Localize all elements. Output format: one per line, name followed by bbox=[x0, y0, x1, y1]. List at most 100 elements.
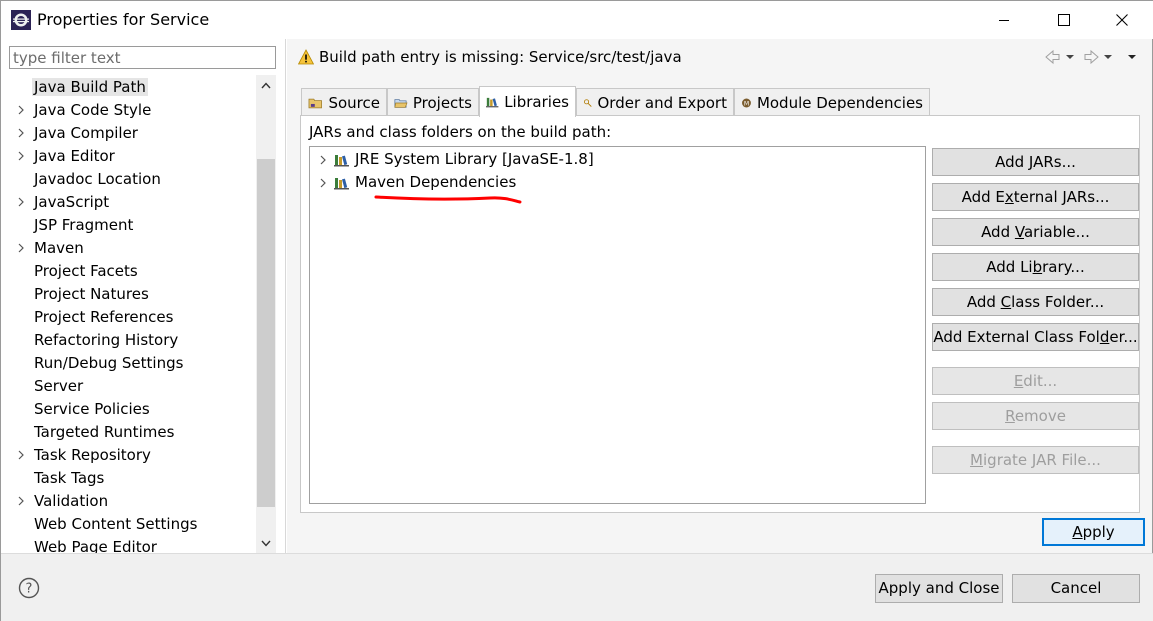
tab-module-dependencies[interactable]: M Module Dependencies bbox=[734, 88, 930, 116]
sidebar-item[interactable]: Web Content Settings bbox=[1, 513, 256, 536]
sidebar-item-label: Run/Debug Settings bbox=[34, 354, 184, 372]
view-menu-icon bbox=[1128, 55, 1136, 59]
svg-text:M: M bbox=[744, 100, 749, 107]
sidebar-item[interactable]: JSP Fragment bbox=[1, 214, 256, 237]
build-path-heading: JARs and class folders on the build path… bbox=[309, 123, 612, 141]
libraries-tab-content: JARs and class folders on the build path… bbox=[300, 115, 1140, 513]
sidebar-item[interactable]: Maven bbox=[1, 237, 256, 260]
chevron-up-icon bbox=[261, 81, 271, 88]
sidebar-item[interactable]: Java Code Style bbox=[1, 99, 256, 122]
projects-icon bbox=[394, 98, 408, 108]
apply-button[interactable]: Apply bbox=[1042, 518, 1145, 546]
sidebar-item[interactable]: Task Tags bbox=[1, 467, 256, 490]
forward-dropdown-icon bbox=[1104, 55, 1112, 59]
sidebar-item-label: Task Repository bbox=[34, 446, 151, 464]
history-nav[interactable] bbox=[1044, 48, 1144, 66]
sidebar-item-label: Server bbox=[34, 377, 84, 395]
category-tree: Java Build Path Java Code Style Java Compi… bbox=[1, 75, 256, 553]
expand-arrow-icon[interactable] bbox=[15, 494, 27, 508]
migrate-jar-button[interactable]: Migrate JAR File... bbox=[932, 446, 1139, 474]
add-variable-button[interactable]: Add Variable... bbox=[932, 218, 1139, 246]
forward-arrow-icon bbox=[1084, 49, 1099, 65]
tab-libraries[interactable]: Libraries bbox=[479, 86, 576, 117]
add-external-jars-button[interactable]: Add External JARs... bbox=[932, 183, 1139, 211]
module-icon: M bbox=[742, 98, 751, 107]
sidebar-item[interactable]: Project References bbox=[1, 306, 256, 329]
maximize-icon bbox=[1058, 14, 1070, 26]
sidebar-item-label: Service Policies bbox=[34, 400, 150, 418]
sidebar-item[interactable]: Task Repository bbox=[1, 444, 256, 467]
minimize-icon bbox=[999, 20, 1009, 21]
expand-arrow-icon[interactable] bbox=[15, 241, 27, 255]
category-panel: Java Build Path Java Code Style Java Compi… bbox=[1, 39, 286, 553]
sidebar-item[interactable]: Java Build Path bbox=[1, 76, 256, 99]
sidebar-item-label: Maven bbox=[34, 239, 84, 257]
apply-and-close-button[interactable]: Apply and Close bbox=[875, 574, 1003, 603]
sidebar-item-label: Web Content Settings bbox=[34, 515, 198, 533]
maximize-button[interactable] bbox=[1041, 1, 1087, 39]
library-icon bbox=[334, 155, 349, 167]
cancel-button[interactable]: Cancel bbox=[1012, 574, 1140, 603]
add-jars-button[interactable]: Add JARs... bbox=[932, 148, 1139, 176]
sidebar-item[interactable]: Java Compiler bbox=[1, 122, 256, 145]
expand-arrow-icon[interactable] bbox=[318, 177, 328, 189]
sidebar-item-label: Task Tags bbox=[34, 469, 105, 487]
add-class-folder-button[interactable]: Add Class Folder... bbox=[932, 288, 1139, 316]
help-icon[interactable]: ? bbox=[18, 577, 40, 599]
tab-projects[interactable]: Projects bbox=[387, 88, 479, 116]
sidebar-item-label: Java Build Path bbox=[32, 78, 148, 96]
warning-icon bbox=[298, 49, 314, 65]
sidebar-item[interactable]: Javadoc Location bbox=[1, 168, 256, 191]
expand-arrow-icon[interactable] bbox=[15, 103, 27, 117]
sidebar-item[interactable]: Validation bbox=[1, 490, 256, 513]
window-title: Properties for Service bbox=[37, 10, 210, 29]
scroll-thumb[interactable] bbox=[257, 159, 275, 507]
expand-arrow-icon[interactable] bbox=[15, 126, 27, 140]
library-label: Maven Dependencies bbox=[355, 173, 517, 191]
category-scrollbar[interactable] bbox=[256, 75, 276, 553]
sidebar-item-label: JavaScript bbox=[34, 193, 110, 211]
sidebar-item[interactable]: Project Natures bbox=[1, 283, 256, 306]
sidebar-item[interactable]: Refactoring History bbox=[1, 329, 256, 352]
library-icon bbox=[334, 178, 349, 190]
sidebar-item-label: JSP Fragment bbox=[34, 216, 134, 234]
tab-source[interactable]: Source bbox=[301, 88, 387, 116]
close-button[interactable] bbox=[1099, 1, 1145, 39]
sidebar-item[interactable]: JavaScript bbox=[1, 191, 256, 214]
library-list[interactable]: JRE System Library [JavaSE-1.8] Maven De… bbox=[309, 146, 926, 504]
remove-button[interactable]: Remove bbox=[932, 402, 1139, 430]
filter-input[interactable] bbox=[9, 46, 276, 69]
red-underline-annotation bbox=[374, 195, 522, 204]
add-external-class-folder-button[interactable]: Add External Class Folder... bbox=[932, 323, 1139, 351]
scroll-down-button[interactable] bbox=[256, 533, 276, 553]
tab-label: Module Dependencies bbox=[756, 93, 923, 112]
sidebar-item[interactable]: Project Facets bbox=[1, 260, 256, 283]
svg-text:?: ? bbox=[26, 582, 33, 597]
minimize-button[interactable] bbox=[981, 1, 1027, 39]
sidebar-item[interactable]: Run/Debug Settings bbox=[1, 352, 256, 375]
back-arrow-icon bbox=[1045, 49, 1060, 65]
add-library-button[interactable]: Add Library... bbox=[932, 253, 1139, 281]
sidebar-item-label: Javadoc Location bbox=[34, 170, 161, 188]
eclipse-app-icon bbox=[11, 10, 31, 30]
status-message: Build path entry is missing: Service/src… bbox=[319, 48, 682, 66]
sidebar-item[interactable]: Web Page Editor bbox=[1, 536, 256, 553]
expand-arrow-icon[interactable] bbox=[15, 448, 27, 462]
title-bar: Properties for Service bbox=[1, 1, 1153, 39]
sidebar-item[interactable]: Service Policies bbox=[1, 398, 256, 421]
sidebar-item[interactable]: Targeted Runtimes bbox=[1, 421, 256, 444]
sidebar-item[interactable]: Java Editor bbox=[1, 145, 256, 168]
edit-button[interactable]: Edit... bbox=[932, 367, 1139, 395]
expand-arrow-icon[interactable] bbox=[15, 149, 27, 163]
expand-arrow-icon[interactable] bbox=[15, 195, 27, 209]
tab-label: Libraries bbox=[504, 93, 569, 111]
scroll-up-button[interactable] bbox=[256, 75, 276, 95]
sidebar-item-label: Refactoring History bbox=[34, 331, 179, 349]
expand-arrow-icon[interactable] bbox=[318, 154, 328, 166]
library-entry-jre[interactable]: JRE System Library [JavaSE-1.8] bbox=[310, 149, 910, 171]
tab-label: Projects bbox=[412, 93, 472, 112]
sidebar-item-label: Validation bbox=[34, 492, 109, 510]
tab-order-and-export[interactable]: Order and Export bbox=[576, 88, 734, 116]
sidebar-item[interactable]: Server bbox=[1, 375, 256, 398]
property-page: Build path entry is missing: Service/src… bbox=[287, 39, 1152, 553]
